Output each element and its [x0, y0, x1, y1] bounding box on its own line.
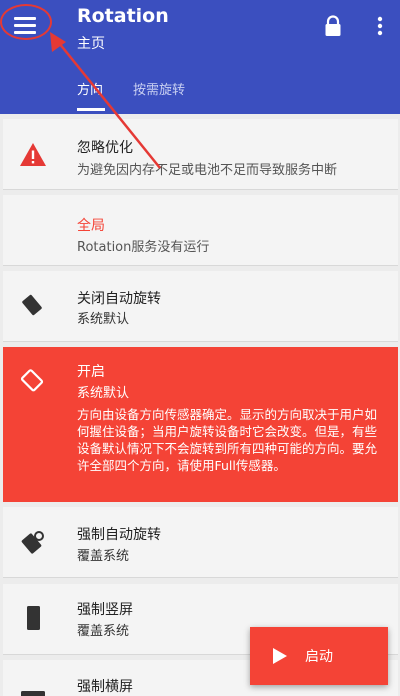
card-title: 全局: [77, 218, 105, 234]
card-subtitle: 系统默认: [77, 386, 130, 401]
card-subtitle: 系统默认: [77, 312, 130, 327]
card-title: 忽略优化: [77, 140, 133, 156]
menu-icon[interactable]: [12, 14, 40, 36]
card-subtitle: Rotation服务没有运行: [77, 240, 210, 255]
page-subtitle: 主页: [77, 36, 105, 52]
ignore-optimization-card[interactable]: 忽略优化 为避免因内存不足或电池不足而导致服务中断: [3, 119, 398, 190]
global-card[interactable]: 全局 Rotation服务没有运行: [3, 195, 398, 266]
auto-rotate-on-card[interactable]: 开启 系统默认 方向由设备方向传感器确定。显示的方向取决于用户如何握住设备；当用…: [3, 347, 398, 502]
card-subtitle: 覆盖系统: [77, 549, 130, 564]
rotation-on-icon: [20, 369, 44, 392]
rotation-off-icon: [22, 294, 42, 316]
card-title: 强制竖屏: [77, 602, 133, 618]
landscape-icon: [21, 691, 45, 696]
card-title: 强制横屏: [77, 679, 133, 695]
force-rotation-icon: [21, 531, 44, 554]
play-icon: [273, 648, 287, 664]
card-title: 开启: [77, 364, 105, 380]
lock-icon[interactable]: [322, 15, 344, 37]
force-auto-rotate-card[interactable]: 强制自动旋转 覆盖系统: [3, 507, 398, 578]
start-button[interactable]: 启动: [250, 627, 388, 685]
start-button-label: 启动: [305, 649, 333, 665]
app-title: Rotation: [77, 5, 169, 27]
card-title: 强制自动旋转: [77, 527, 161, 543]
card-title: 关闭自动旋转: [77, 291, 161, 307]
more-vert-icon[interactable]: [370, 14, 390, 38]
card-description: 方向由设备方向传感器确定。显示的方向取决于用户如何握住设备；当用户旋转设备时它会…: [77, 407, 378, 473]
tab-on-demand-rotation[interactable]: 按需旋转: [133, 79, 185, 98]
card-subtitle: 覆盖系统: [77, 624, 130, 639]
tab-indicator: [77, 108, 105, 111]
warning-icon: [20, 143, 46, 166]
portrait-icon: [27, 606, 40, 630]
tab-direction[interactable]: 方向: [77, 79, 103, 98]
auto-rotate-off-card[interactable]: 关闭自动旋转 系统默认: [3, 271, 398, 342]
card-subtitle: 为避免因内存不足或电池不足而导致服务中断: [77, 163, 338, 178]
app-bar: Rotation 主页 方向 按需旋转: [0, 0, 400, 114]
